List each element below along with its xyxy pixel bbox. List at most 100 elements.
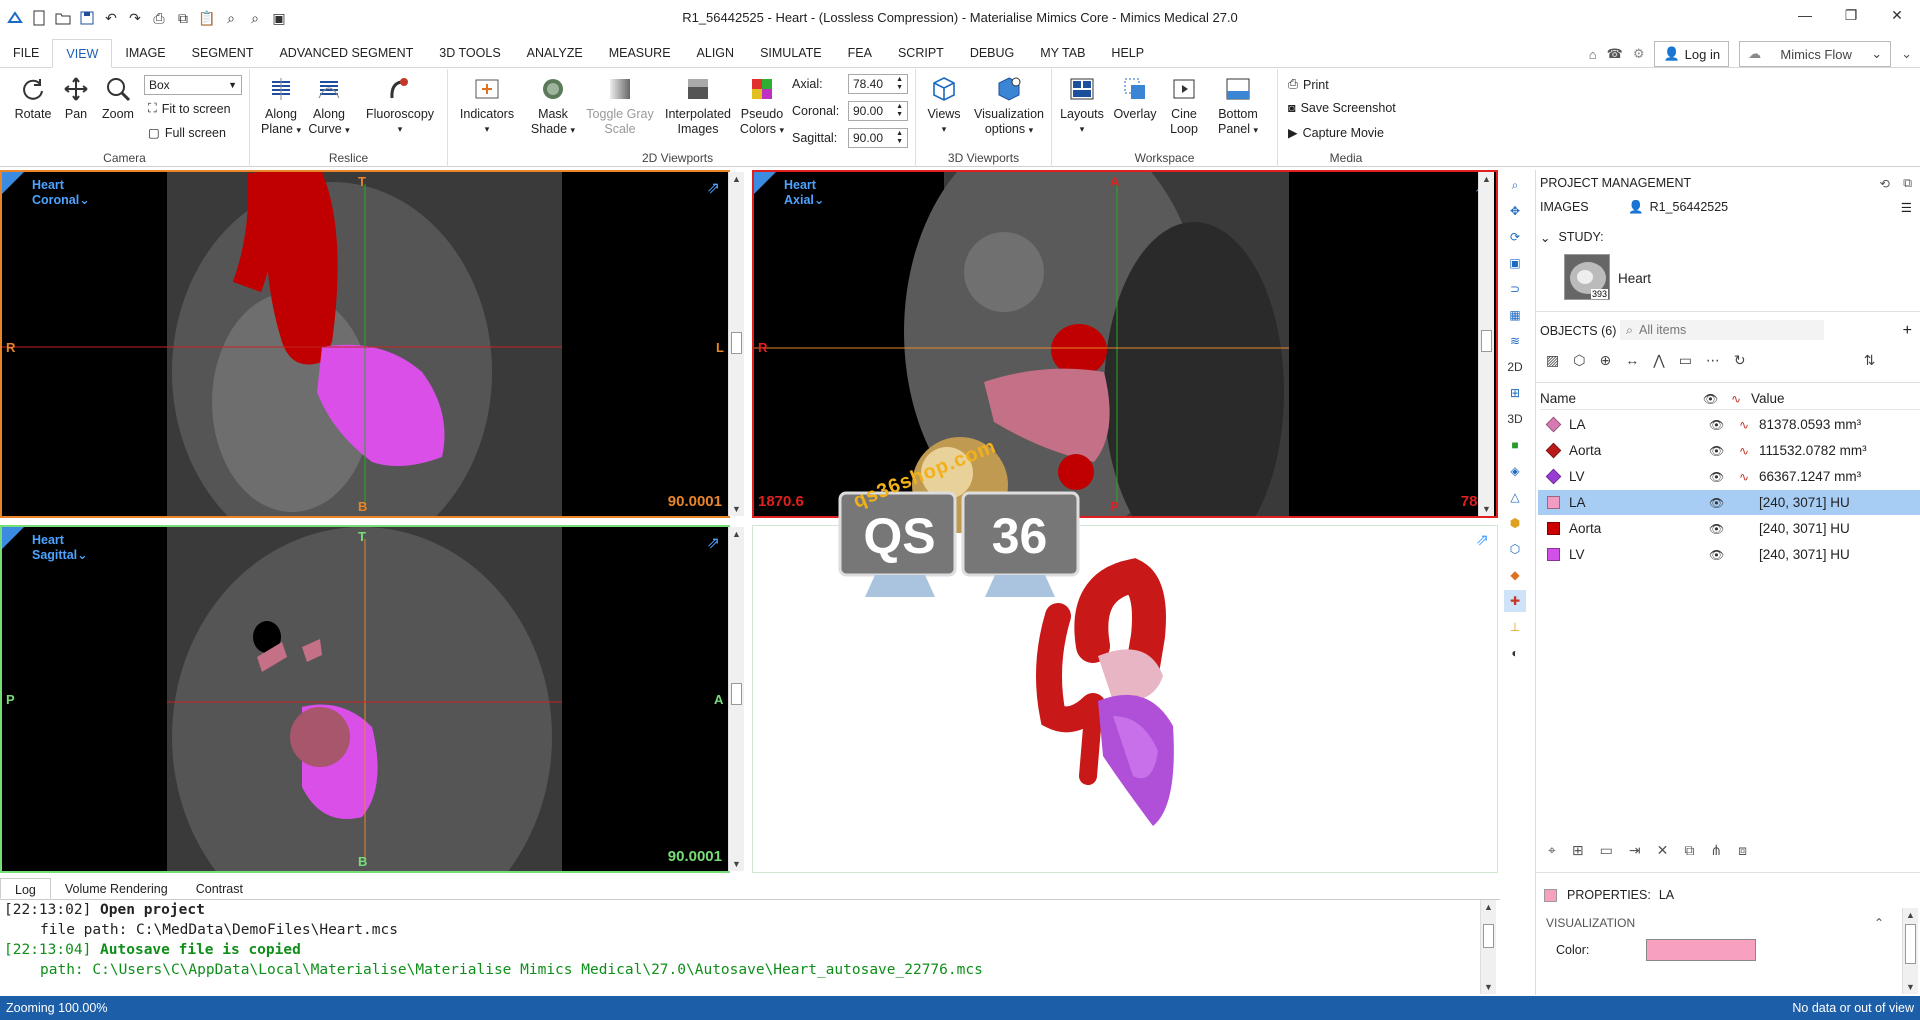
properties-scrollbar[interactable]: ▲ ▼ [1902, 908, 1918, 994]
redo-icon[interactable]: ↷ [126, 9, 144, 27]
sagittal-viewport[interactable]: Heart Sagittal⌄ ⇗ T B P A 90.0001 [0, 525, 730, 873]
scroll-down-icon[interactable]: ▼ [1481, 982, 1496, 992]
paste-icon[interactable]: 📋 [198, 9, 216, 27]
zoom-box-icon[interactable]: ▣ [1504, 252, 1526, 274]
copy-icon[interactable]: ⧉ [174, 9, 192, 27]
visualization-section[interactable]: VISUALIZATION ⌃ [1542, 912, 1920, 934]
screenshot-icon[interactable]: ▣ [270, 9, 288, 27]
orange-shape-icon[interactable]: ⬢ [1504, 512, 1526, 534]
visibility-eye-icon[interactable]: 👁 [1709, 522, 1739, 536]
scroll-up-icon[interactable]: ▲ [1903, 910, 1918, 920]
sagittal-spinner[interactable]: 90.00 ▲ ▼ [848, 128, 908, 148]
mask-shade-button[interactable]: Mask Shade ▾ [528, 75, 578, 138]
visibility-eye-icon[interactable]: 👁 [1709, 496, 1739, 510]
coordinate-axes-icon[interactable]: ⊥ [1504, 616, 1526, 638]
measure-filter-icon[interactable]: ↔ [1625, 352, 1639, 369]
home-icon[interactable]: ⌂ [1589, 47, 1597, 62]
visualization-options-button[interactable]: Visualization options ▾ [968, 75, 1050, 138]
mimics-flow-select[interactable]: ☁ Mimics Flow ⌄ [1739, 41, 1892, 67]
expand-icon[interactable]: ⇗ [1476, 530, 1489, 550]
scroll-thumb[interactable] [1905, 924, 1916, 964]
scroll-thumb[interactable] [731, 683, 742, 705]
sort-icon[interactable]: ⇅ [1864, 352, 1876, 369]
coronal-scrollbar[interactable]: ▲ ▼ [728, 172, 744, 516]
scroll-down-icon[interactable]: ▼ [1479, 504, 1494, 514]
2d-label-icon[interactable]: 2D [1504, 356, 1526, 378]
contour-icon[interactable]: ∿ [1739, 470, 1759, 484]
scroll-thumb[interactable] [1483, 924, 1494, 948]
masks-filter-icon[interactable]: ▨ [1546, 352, 1559, 369]
tab-segment[interactable]: SEGMENT [179, 39, 267, 67]
open-folder-icon[interactable] [54, 9, 72, 27]
eye-icon[interactable]: 👁 [1703, 392, 1731, 406]
contrast-icon[interactable]: ◐ [1504, 642, 1526, 664]
full-screen-button[interactable]: ▢ Full screen [148, 125, 226, 141]
fluoroscopy-button[interactable]: Fluoroscopy ▾ [362, 75, 438, 137]
bottom-panel-button[interactable]: Bottom Panel ▾ [1212, 75, 1264, 138]
pan-icon[interactable]: ✥ [1504, 200, 1526, 222]
zoom-button[interactable]: Zoom [98, 75, 138, 122]
layout-grid-icon[interactable]: ▦ [1504, 304, 1526, 326]
toggle-gray-scale-button[interactable]: Toggle Gray Scale [582, 75, 658, 137]
new-object-icon[interactable]: ⊞ [1572, 842, 1584, 859]
interpolated-images-button[interactable]: Interpolated Images [660, 75, 736, 137]
save-icon[interactable] [78, 9, 96, 27]
folder-open-icon[interactable]: ▭ [1600, 842, 1613, 859]
settings-gear-icon[interactable]: ⚙ [1633, 46, 1645, 62]
tab-view[interactable]: VIEW [52, 39, 113, 68]
pan-button[interactable]: Pan [58, 75, 94, 122]
tab-align[interactable]: ALIGN [684, 39, 748, 67]
green-cube-icon[interactable]: ■ [1504, 434, 1526, 456]
magnifier-icon[interactable]: ⌕ [1504, 174, 1526, 196]
centerline-filter-icon[interactable]: ⋀ [1653, 352, 1664, 369]
objects-search-input[interactable]: ⌕ All items [1620, 320, 1824, 340]
coronal-spinner[interactable]: 90.00 ▲ ▼ [848, 101, 908, 121]
split-icon[interactable]: ⋔ [1710, 842, 1722, 859]
coronal-viewport-label[interactable]: Heart Coronal⌄ [32, 178, 90, 208]
magnet-icon[interactable]: ⊃ [1504, 278, 1526, 300]
refresh-icon[interactable]: ⟲ [1880, 176, 1890, 191]
col-name[interactable]: Name [1540, 391, 1703, 406]
visibility-eye-icon[interactable]: 👁 [1709, 418, 1739, 432]
parts-filter-icon[interactable]: ⬡ [1573, 352, 1585, 369]
expand-icon[interactable]: ⇗ [707, 533, 720, 553]
fit-to-screen-button[interactable]: ⛶ Fit to screen [148, 101, 231, 116]
tab-my-tab[interactable]: MY TAB [1027, 39, 1098, 67]
sagittal-scrollbar[interactable]: ▲ ▼ [728, 527, 744, 871]
expand-icon[interactable]: ⇗ [707, 178, 720, 198]
tab-volume-rendering[interactable]: Volume Rendering [51, 878, 182, 899]
indicators-button[interactable]: Indicators ▾ [452, 75, 522, 137]
scroll-thumb[interactable] [731, 332, 742, 354]
scroll-thumb[interactable] [1481, 330, 1492, 352]
zoom-icon[interactable]: ⌕ [246, 9, 264, 27]
views-button[interactable]: Views ▾ [924, 75, 964, 137]
col-value[interactable]: Value [1751, 391, 1785, 406]
tab-contrast[interactable]: Contrast [182, 878, 257, 899]
object-row[interactable]: Aorta 👁 ∿ 111532.0782 mm³ [1538, 438, 1920, 463]
undock-icon[interactable]: ⧉ [1903, 176, 1912, 191]
tab-script[interactable]: SCRIPT [885, 39, 957, 67]
new-file-icon[interactable] [30, 9, 48, 27]
contour-icon[interactable]: ∿ [1739, 444, 1759, 458]
layouts-button[interactable]: Layouts ▾ [1056, 75, 1108, 137]
crosshair-icon[interactable]: ⊞ [1504, 382, 1526, 404]
color-swatch[interactable] [1646, 939, 1756, 961]
pseudo-colors-button[interactable]: Pseudo Colors ▾ [738, 75, 786, 138]
tab-log[interactable]: Log [0, 878, 51, 899]
tab-3d-tools[interactable]: 3D TOOLS [426, 39, 513, 67]
curve-icon[interactable]: ∿ [1731, 392, 1751, 406]
tab-measure[interactable]: MEASURE [596, 39, 684, 67]
save-screenshot-button[interactable]: ◙ Save Screenshot [1288, 101, 1396, 115]
scroll-down-icon[interactable]: ▼ [729, 504, 744, 514]
along-plane-button[interactable]: Along Plane ▾ [258, 75, 304, 138]
visibility-eye-icon[interactable]: 👁 [1709, 444, 1739, 458]
print-button[interactable]: ⎙ Print [1288, 77, 1329, 92]
colored-cube-icon[interactable]: ◆ [1504, 564, 1526, 586]
object-row[interactable]: Aorta 👁 [240, 3071] HU [1538, 516, 1920, 541]
scroll-up-icon[interactable]: ▲ [1481, 902, 1496, 912]
sagittal-viewport-label[interactable]: Heart Sagittal⌄ [32, 533, 88, 563]
scroll-down-icon[interactable]: ▼ [729, 859, 744, 869]
move-icon[interactable]: ⇥ [1629, 842, 1641, 859]
support-icon[interactable]: ☎ [1607, 46, 1623, 62]
slices-icon[interactable]: ≋ [1504, 330, 1526, 352]
